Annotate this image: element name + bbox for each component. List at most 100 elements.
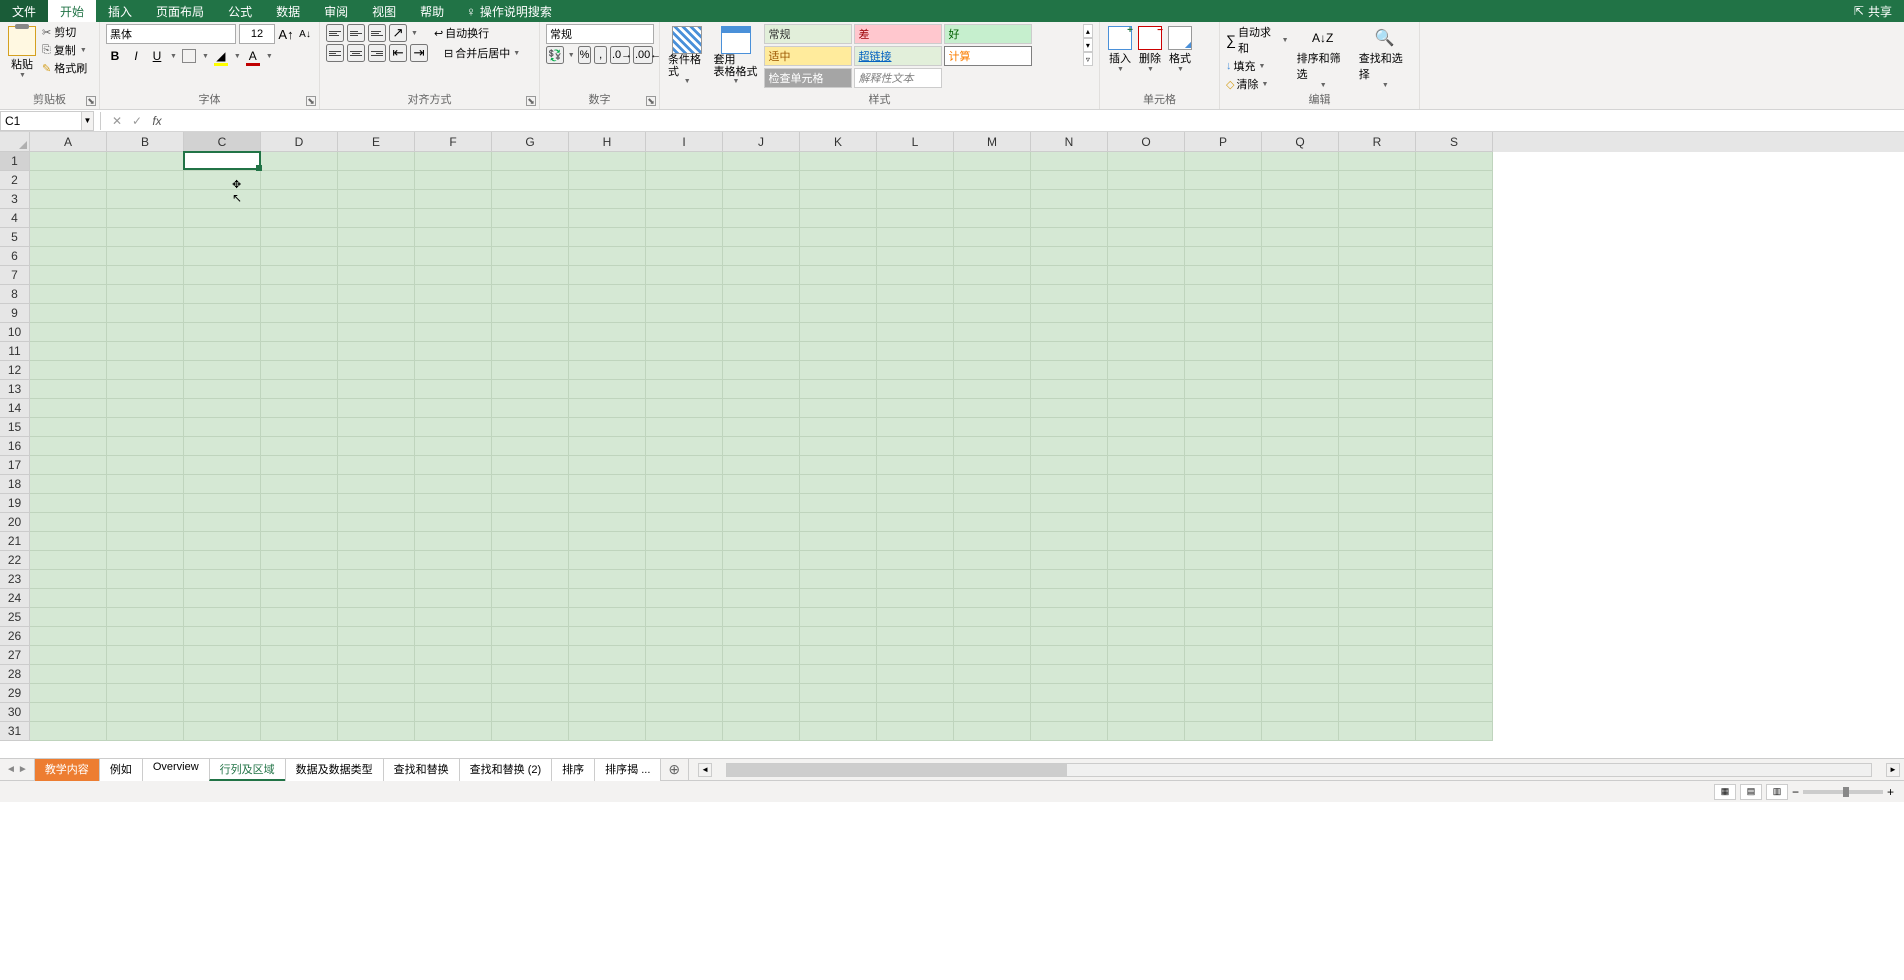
cell-I1[interactable] [646,152,723,171]
row-header-27[interactable]: 27 [0,646,30,665]
chevron-down-icon[interactable]: ▼ [266,53,273,60]
cell-E10[interactable] [338,323,415,342]
chevron-down-icon[interactable]: ▼ [234,53,241,60]
cell-L13[interactable] [877,380,954,399]
cell-J17[interactable] [723,456,800,475]
cell-E26[interactable] [338,627,415,646]
cell-G7[interactable] [492,266,569,285]
cell-K13[interactable] [800,380,877,399]
cell-J19[interactable] [723,494,800,513]
row-header-2[interactable]: 2 [0,171,30,190]
cell-J9[interactable] [723,304,800,323]
cell-N12[interactable] [1031,361,1108,380]
cell-A11[interactable] [30,342,107,361]
cell-I3[interactable] [646,190,723,209]
insert-cells-button[interactable]: 插入 ▼ [1106,24,1134,75]
cell-L12[interactable] [877,361,954,380]
cell-I24[interactable] [646,589,723,608]
menu-view[interactable]: 视图 [360,0,408,22]
cell-B28[interactable] [107,665,184,684]
cell-C29[interactable] [184,684,261,703]
delete-cells-button[interactable]: 删除 ▼ [1136,24,1164,75]
cell-L23[interactable] [877,570,954,589]
cell-S2[interactable] [1416,171,1493,190]
cell-M28[interactable] [954,665,1031,684]
cell-D2[interactable] [261,171,338,190]
increase-font-button[interactable]: A↑ [278,24,294,44]
cell-N25[interactable] [1031,608,1108,627]
style-hyperlink[interactable]: 超链接 [854,46,942,66]
cell-R3[interactable] [1339,190,1416,209]
cell-R17[interactable] [1339,456,1416,475]
cell-C22[interactable] [184,551,261,570]
cell-G11[interactable] [492,342,569,361]
sheet-tab-5[interactable]: 查找和替换 [383,758,460,781]
cell-P16[interactable] [1185,437,1262,456]
cell-O3[interactable] [1108,190,1185,209]
row-header-19[interactable]: 19 [0,494,30,513]
cell-H16[interactable] [569,437,646,456]
cell-N16[interactable] [1031,437,1108,456]
cell-F15[interactable] [415,418,492,437]
cell-Q7[interactable] [1262,266,1339,285]
cell-Q15[interactable] [1262,418,1339,437]
cell-C25[interactable] [184,608,261,627]
cell-D8[interactable] [261,285,338,304]
cell-C30[interactable] [184,703,261,722]
cell-N18[interactable] [1031,475,1108,494]
cell-S6[interactable] [1416,247,1493,266]
cell-R10[interactable] [1339,323,1416,342]
cell-B21[interactable] [107,532,184,551]
cell-L1[interactable] [877,152,954,171]
cell-N22[interactable] [1031,551,1108,570]
cell-B12[interactable] [107,361,184,380]
row-header-29[interactable]: 29 [0,684,30,703]
cell-F17[interactable] [415,456,492,475]
cell-F2[interactable] [415,171,492,190]
column-header-L[interactable]: L [877,132,954,152]
cell-B25[interactable] [107,608,184,627]
cell-S15[interactable] [1416,418,1493,437]
cell-I30[interactable] [646,703,723,722]
cell-I23[interactable] [646,570,723,589]
cell-C3[interactable] [184,190,261,209]
cell-I8[interactable] [646,285,723,304]
tell-me-search[interactable]: ♀ 操作说明搜索 [466,3,552,20]
cell-A27[interactable] [30,646,107,665]
cell-B9[interactable] [107,304,184,323]
cell-O15[interactable] [1108,418,1185,437]
cell-A30[interactable] [30,703,107,722]
sheet-tab-7[interactable]: 排序 [551,758,595,781]
row-header-14[interactable]: 14 [0,399,30,418]
cell-O22[interactable] [1108,551,1185,570]
cell-R23[interactable] [1339,570,1416,589]
column-header-R[interactable]: R [1339,132,1416,152]
cell-H4[interactable] [569,209,646,228]
cell-H30[interactable] [569,703,646,722]
cell-B10[interactable] [107,323,184,342]
cell-F20[interactable] [415,513,492,532]
fill-button[interactable]: ↓填充▼ [1226,58,1289,74]
cell-E1[interactable] [338,152,415,171]
cell-P10[interactable] [1185,323,1262,342]
cell-A23[interactable] [30,570,107,589]
cell-M4[interactable] [954,209,1031,228]
cell-S13[interactable] [1416,380,1493,399]
cell-L26[interactable] [877,627,954,646]
cell-C7[interactable] [184,266,261,285]
cell-P9[interactable] [1185,304,1262,323]
cell-M23[interactable] [954,570,1031,589]
cell-O28[interactable] [1108,665,1185,684]
cell-D18[interactable] [261,475,338,494]
cell-I22[interactable] [646,551,723,570]
cell-P25[interactable] [1185,608,1262,627]
cell-C1[interactable] [184,152,261,171]
cell-O1[interactable] [1108,152,1185,171]
cell-M3[interactable] [954,190,1031,209]
insert-function-button[interactable]: fx [147,111,167,131]
cell-L31[interactable] [877,722,954,741]
cell-C9[interactable] [184,304,261,323]
cell-P14[interactable] [1185,399,1262,418]
column-header-F[interactable]: F [415,132,492,152]
cell-N31[interactable] [1031,722,1108,741]
